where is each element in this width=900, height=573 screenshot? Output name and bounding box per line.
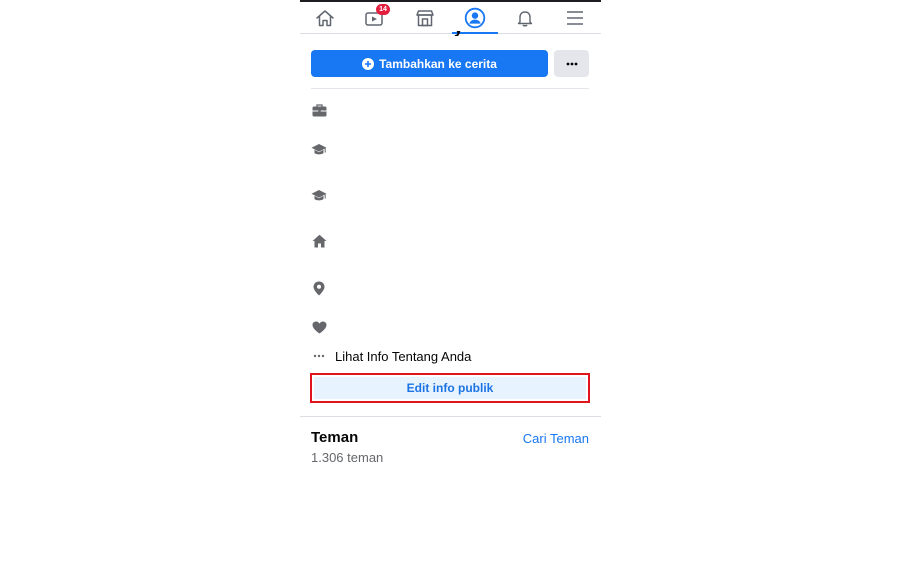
- profile-icon: [464, 7, 486, 28]
- graduation-cap-icon: [311, 143, 327, 154]
- nav-notifications[interactable]: [500, 2, 550, 33]
- marketplace-icon: [416, 9, 434, 26]
- location-row: [311, 280, 327, 296]
- divider: [311, 88, 589, 89]
- see-about-label: Lihat Info Tentang Anda: [335, 348, 472, 364]
- work-row: [311, 102, 327, 118]
- hometown-row: [311, 233, 327, 249]
- menu-icon: [567, 10, 583, 25]
- see-about-link[interactable]: Lihat Info Tentang Anda: [311, 347, 471, 365]
- location-pin-icon: [313, 281, 325, 295]
- briefcase-icon: [312, 103, 326, 116]
- notifications-icon: [517, 10, 533, 26]
- relationship-row: [311, 319, 327, 335]
- education-row: [311, 187, 327, 203]
- edit-public-info-button[interactable]: Edit info publik: [314, 377, 586, 399]
- watch-badge: 14: [376, 4, 390, 15]
- home-icon: [316, 9, 334, 26]
- more-options-button[interactable]: [554, 50, 589, 77]
- friends-count: 1.306 teman: [311, 450, 384, 465]
- profile-name-peek: y: [452, 31, 482, 36]
- find-friends-link[interactable]: Cari Teman: [523, 431, 589, 446]
- nav-home[interactable]: [300, 2, 350, 33]
- nav-marketplace[interactable]: [400, 2, 450, 33]
- education-row: [311, 141, 327, 157]
- add-to-story-button[interactable]: Tambahkan ke cerita: [311, 50, 548, 77]
- nav-profile[interactable]: [450, 2, 500, 33]
- edit-public-info-highlight: Edit info publik: [310, 373, 590, 403]
- top-navigation: 14: [300, 2, 601, 34]
- section-divider: [300, 416, 601, 417]
- more-dots-icon: [311, 354, 327, 358]
- house-icon: [312, 234, 326, 248]
- friends-title: Teman: [311, 429, 359, 446]
- edit-public-info-label: Edit info publik: [406, 381, 494, 395]
- graduation-cap-icon: [311, 189, 327, 200]
- plus-circle-icon: [362, 57, 375, 70]
- add-to-story-label: Tambahkan ke cerita: [379, 56, 497, 71]
- nav-menu[interactable]: [550, 2, 600, 33]
- profile-screen: 14 Tambahkan ke cerita Lihat Info Tentan…: [300, 0, 601, 573]
- heart-icon: [312, 321, 326, 333]
- nav-watch[interactable]: 14: [350, 2, 400, 33]
- more-dots-icon: [566, 62, 577, 65]
